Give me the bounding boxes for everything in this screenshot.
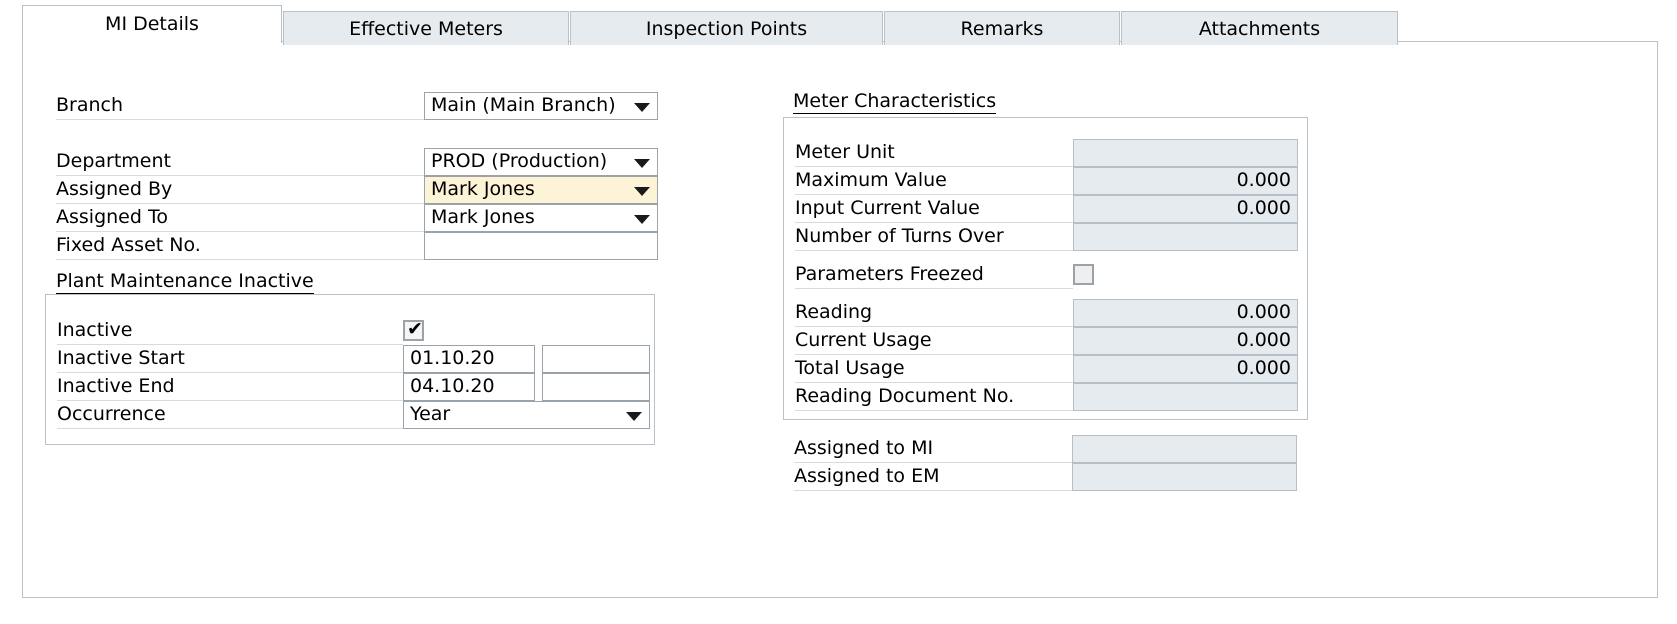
number-of-turns-over-label: Number of Turns Over <box>795 223 1073 251</box>
chevron-down-icon[interactable] <box>634 215 650 224</box>
meter-unit-value-box <box>1073 139 1298 167</box>
total-usage-value: 0.000 <box>1237 357 1291 379</box>
check-icon: ✔ <box>407 319 423 340</box>
tab-remarks[interactable]: Remarks <box>884 11 1120 45</box>
field-row-branch: Branch Main (Main Branch) <box>56 92 658 120</box>
inactive-end-label: Inactive End <box>57 373 403 401</box>
tab-inspection-points-label: Inspection Points <box>646 18 807 40</box>
chevron-down-icon[interactable] <box>634 159 650 168</box>
assigned-to-value: Mark Jones <box>431 206 535 228</box>
field-row-input-current-value: Input Current Value 0.000 <box>795 195 1295 223</box>
inactive-start-input[interactable]: 01.10.20 <box>403 345 535 373</box>
field-row-inactive: Inactive ✔ <box>57 317 637 345</box>
chevron-down-icon[interactable] <box>634 187 650 196</box>
chevron-down-icon[interactable] <box>626 412 642 421</box>
reading-label: Reading <box>795 299 1073 327</box>
branch-combo[interactable]: Main (Main Branch) <box>424 92 658 120</box>
chevron-down-icon[interactable] <box>634 103 650 112</box>
branch-label: Branch <box>56 92 424 120</box>
current-usage-value: 0.000 <box>1237 329 1291 351</box>
input-current-value-label: Input Current Value <box>795 195 1073 223</box>
inactive-start-secondary-input[interactable] <box>542 345 650 373</box>
tab-effective-meters-label: Effective Meters <box>349 18 503 40</box>
field-row-fixed-asset-no: Fixed Asset No. <box>56 232 658 260</box>
inactive-start-label: Inactive Start <box>57 345 403 373</box>
tab-attachments[interactable]: Attachments <box>1121 11 1398 45</box>
assigned-by-value: Mark Jones <box>431 178 535 200</box>
assigned-to-mi-value-box <box>1072 435 1297 463</box>
reading-value: 0.000 <box>1237 301 1291 323</box>
reading-value-box: 0.000 <box>1073 299 1298 327</box>
department-combo[interactable]: PROD (Production) <box>424 148 658 176</box>
occurrence-value: Year <box>410 403 450 425</box>
tab-attachments-label: Attachments <box>1199 18 1320 40</box>
field-row-reading: Reading 0.000 <box>795 299 1295 327</box>
occurrence-label: Occurrence <box>57 401 403 429</box>
tab-inspection-points[interactable]: Inspection Points <box>570 11 883 45</box>
assigned-to-combo[interactable]: Mark Jones <box>424 204 658 232</box>
branch-value: Main (Main Branch) <box>431 94 616 116</box>
mi-details-panel: Branch Main (Main Branch) Department PRO… <box>22 41 1658 598</box>
meter-unit-label: Meter Unit <box>795 139 1073 167</box>
fixed-asset-no-label: Fixed Asset No. <box>56 232 424 260</box>
assigned-by-combo[interactable]: Mark Jones <box>424 176 658 204</box>
assigned-to-em-label: Assigned to EM <box>794 463 1072 491</box>
assigned-to-mi-label: Assigned to MI <box>794 435 1072 463</box>
field-row-total-usage: Total Usage 0.000 <box>795 355 1295 383</box>
inactive-start-value: 01.10.20 <box>410 347 495 369</box>
occurrence-combo[interactable]: Year <box>403 401 650 429</box>
assigned-by-label: Assigned By <box>56 176 424 204</box>
meter-characteristics-groupbox: Meter Unit Maximum Value 0.000 Input Cur… <box>783 117 1308 420</box>
maximum-value-value-box: 0.000 <box>1073 167 1298 195</box>
plant-maintenance-inactive-groupbox: Inactive ✔ Inactive Start 01.10.20 Inact… <box>45 294 655 445</box>
parameters-freezed-label: Parameters Freezed <box>795 261 1073 289</box>
total-usage-label: Total Usage <box>795 355 1073 383</box>
field-row-assigned-to-mi: Assigned to MI <box>794 435 1308 463</box>
field-row-occurrence: Occurrence Year <box>57 401 637 429</box>
field-row-current-usage: Current Usage 0.000 <box>795 327 1295 355</box>
field-row-inactive-start: Inactive Start 01.10.20 <box>57 345 637 373</box>
reading-document-no-label: Reading Document No. <box>795 383 1073 411</box>
field-row-assigned-by: Assigned By Mark Jones <box>56 176 658 204</box>
field-row-department: Department PROD (Production) <box>56 148 658 176</box>
field-row-maximum-value: Maximum Value 0.000 <box>795 167 1295 195</box>
input-current-value-value: 0.000 <box>1237 197 1291 219</box>
current-usage-label: Current Usage <box>795 327 1073 355</box>
maximum-value-value: 0.000 <box>1237 169 1291 191</box>
assigned-to-label: Assigned To <box>56 204 424 232</box>
fixed-asset-no-input[interactable] <box>424 232 658 260</box>
field-row-parameters-freezed: Parameters Freezed <box>795 261 1295 289</box>
input-current-value-value-box: 0.000 <box>1073 195 1298 223</box>
tab-mi-details-label: MI Details <box>105 13 199 35</box>
tab-remarks-label: Remarks <box>961 18 1044 40</box>
inactive-end-input[interactable]: 04.10.20 <box>403 373 535 401</box>
inactive-checkbox[interactable]: ✔ <box>403 320 424 341</box>
mi-details-screen: MI Details Effective Meters Inspection P… <box>0 0 1677 624</box>
field-row-inactive-end: Inactive End 04.10.20 <box>57 373 637 401</box>
reading-document-no-value-box <box>1073 383 1298 411</box>
maximum-value-label: Maximum Value <box>795 167 1073 195</box>
field-row-assigned-to-em: Assigned to EM <box>794 463 1308 491</box>
field-row-reading-document-no: Reading Document No. <box>795 383 1295 411</box>
field-row-number-of-turns-over: Number of Turns Over <box>795 223 1295 251</box>
inactive-end-value: 04.10.20 <box>410 375 495 397</box>
current-usage-value-box: 0.000 <box>1073 327 1298 355</box>
tab-effective-meters[interactable]: Effective Meters <box>283 11 569 45</box>
meter-characteristics-heading[interactable]: Meter Characteristics <box>793 90 996 114</box>
field-row-meter-unit: Meter Unit <box>795 139 1295 167</box>
number-of-turns-over-value-box <box>1073 223 1298 251</box>
inactive-label: Inactive <box>57 317 403 345</box>
department-value: PROD (Production) <box>431 150 607 172</box>
total-usage-value-box: 0.000 <box>1073 355 1298 383</box>
tab-strip: MI Details Effective Meters Inspection P… <box>22 7 1399 43</box>
department-label: Department <box>56 148 424 176</box>
inactive-end-secondary-input[interactable] <box>542 373 650 401</box>
parameters-freezed-checkbox[interactable] <box>1073 264 1094 285</box>
assigned-to-em-value-box <box>1072 463 1297 491</box>
field-row-assigned-to: Assigned To Mark Jones <box>56 204 658 232</box>
tab-mi-details[interactable]: MI Details <box>22 5 282 43</box>
plant-maintenance-inactive-heading[interactable]: Plant Maintenance Inactive <box>56 270 314 294</box>
